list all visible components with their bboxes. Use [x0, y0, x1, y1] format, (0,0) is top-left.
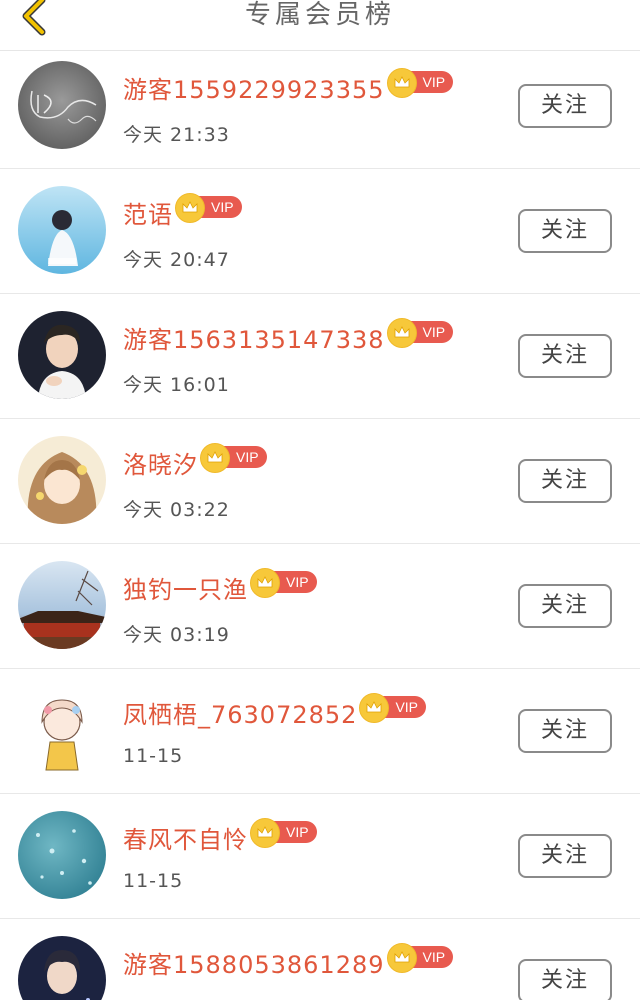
list-item[interactable]: 游客1588053861289 VIP 关注	[0, 919, 640, 1000]
follow-button[interactable]: 关注	[518, 709, 612, 753]
list-item[interactable]: 洛晓汐 VIP 今天 03:22 关注	[0, 419, 640, 544]
avatar[interactable]	[18, 61, 106, 149]
vip-label: VIP	[422, 324, 446, 340]
vip-label: VIP	[236, 449, 259, 465]
follow-button[interactable]: 关注	[518, 84, 612, 128]
member-name[interactable]: 春风不自怜	[123, 820, 248, 855]
timestamp: 今天 03:22	[123, 499, 230, 521]
follow-button[interactable]: 关注	[518, 834, 612, 878]
avatar[interactable]	[18, 311, 106, 399]
follow-button[interactable]: 关注	[518, 459, 612, 503]
crown-icon	[359, 693, 390, 723]
page-title: 专属会员榜	[244, 0, 395, 30]
avatar[interactable]	[18, 936, 106, 1000]
member-name[interactable]: 凤栖梧_763072852	[123, 695, 357, 730]
vip-badge: VIP	[386, 68, 454, 98]
member-ranking-screen: 专属会员榜 游客1559229923355 VIP 今天 21:33 关注 范语…	[0, 0, 640, 1000]
timestamp: 今天 20:47	[123, 249, 230, 271]
member-name-line: 范语 VIP	[123, 193, 242, 230]
vip-label: VIP	[211, 199, 234, 215]
member-list: 游客1559229923355 VIP 今天 21:33 关注 范语 VIP 今…	[0, 44, 640, 1000]
vip-badge: VIP	[386, 943, 454, 973]
member-name[interactable]: 独钓一只渔	[123, 570, 248, 605]
crown-icon	[386, 318, 417, 348]
list-item[interactable]: 春风不自怜 VIP 11-15 关注	[0, 794, 640, 919]
crown-icon	[175, 193, 205, 223]
member-name-line: 洛晓汐 VIP	[123, 443, 267, 480]
timestamp: 11-15	[123, 870, 184, 892]
follow-button[interactable]: 关注	[518, 584, 612, 628]
vip-label: VIP	[422, 949, 446, 965]
avatar[interactable]	[18, 561, 106, 649]
crown-icon	[386, 943, 417, 973]
timestamp: 今天 03:19	[123, 624, 230, 646]
member-name-line: 游客1563135147338 VIP	[123, 318, 454, 355]
member-name[interactable]: 游客1563135147338	[123, 320, 385, 355]
follow-button[interactable]: 关注	[518, 209, 612, 253]
list-item[interactable]: 凤栖梧_763072852 VIP 11-15 关注	[0, 669, 640, 794]
member-name-line: 凤栖梧_763072852 VIP	[123, 693, 427, 730]
vip-badge: VIP	[250, 818, 317, 848]
list-item[interactable]: 独钓一只渔 VIP 今天 03:19 关注	[0, 544, 640, 669]
crown-icon	[200, 443, 230, 473]
avatar[interactable]	[18, 186, 106, 274]
member-name-line: 独钓一只渔 VIP	[123, 568, 317, 605]
follow-button[interactable]: 关注	[518, 959, 612, 1000]
list-item[interactable]: 范语 VIP 今天 20:47 关注	[0, 169, 640, 294]
vip-badge: VIP	[250, 568, 317, 598]
vip-label: VIP	[286, 574, 309, 590]
timestamp: 今天 16:01	[123, 374, 230, 396]
crown-icon	[250, 568, 280, 598]
member-name[interactable]: 游客1559229923355	[123, 70, 385, 105]
vip-label: VIP	[422, 74, 446, 90]
timestamp: 今天 21:33	[123, 124, 230, 146]
member-name[interactable]: 游客1588053861289	[123, 945, 385, 980]
follow-button[interactable]: 关注	[518, 334, 612, 378]
timestamp: 11-15	[123, 745, 184, 767]
crown-icon	[250, 818, 280, 848]
member-name-line: 春风不自怜 VIP	[123, 818, 317, 855]
vip-badge: VIP	[359, 693, 427, 723]
list-item[interactable]: 游客1563135147338 VIP 今天 16:01 关注	[0, 294, 640, 419]
avatar[interactable]	[18, 686, 106, 774]
vip-badge: VIP	[386, 318, 454, 348]
member-name-line: 游客1588053861289 VIP	[123, 943, 454, 980]
vip-label: VIP	[395, 699, 419, 715]
vip-label: VIP	[286, 824, 309, 840]
avatar[interactable]	[18, 436, 106, 524]
member-name-line: 游客1559229923355 VIP	[123, 68, 454, 105]
member-name[interactable]: 范语	[123, 195, 173, 230]
vip-badge: VIP	[175, 193, 242, 223]
member-name[interactable]: 洛晓汐	[123, 445, 198, 480]
list-item[interactable]: 游客1559229923355 VIP 今天 21:33 关注	[0, 44, 640, 169]
avatar[interactable]	[18, 811, 106, 899]
vip-badge: VIP	[200, 443, 267, 473]
crown-icon	[386, 68, 417, 98]
